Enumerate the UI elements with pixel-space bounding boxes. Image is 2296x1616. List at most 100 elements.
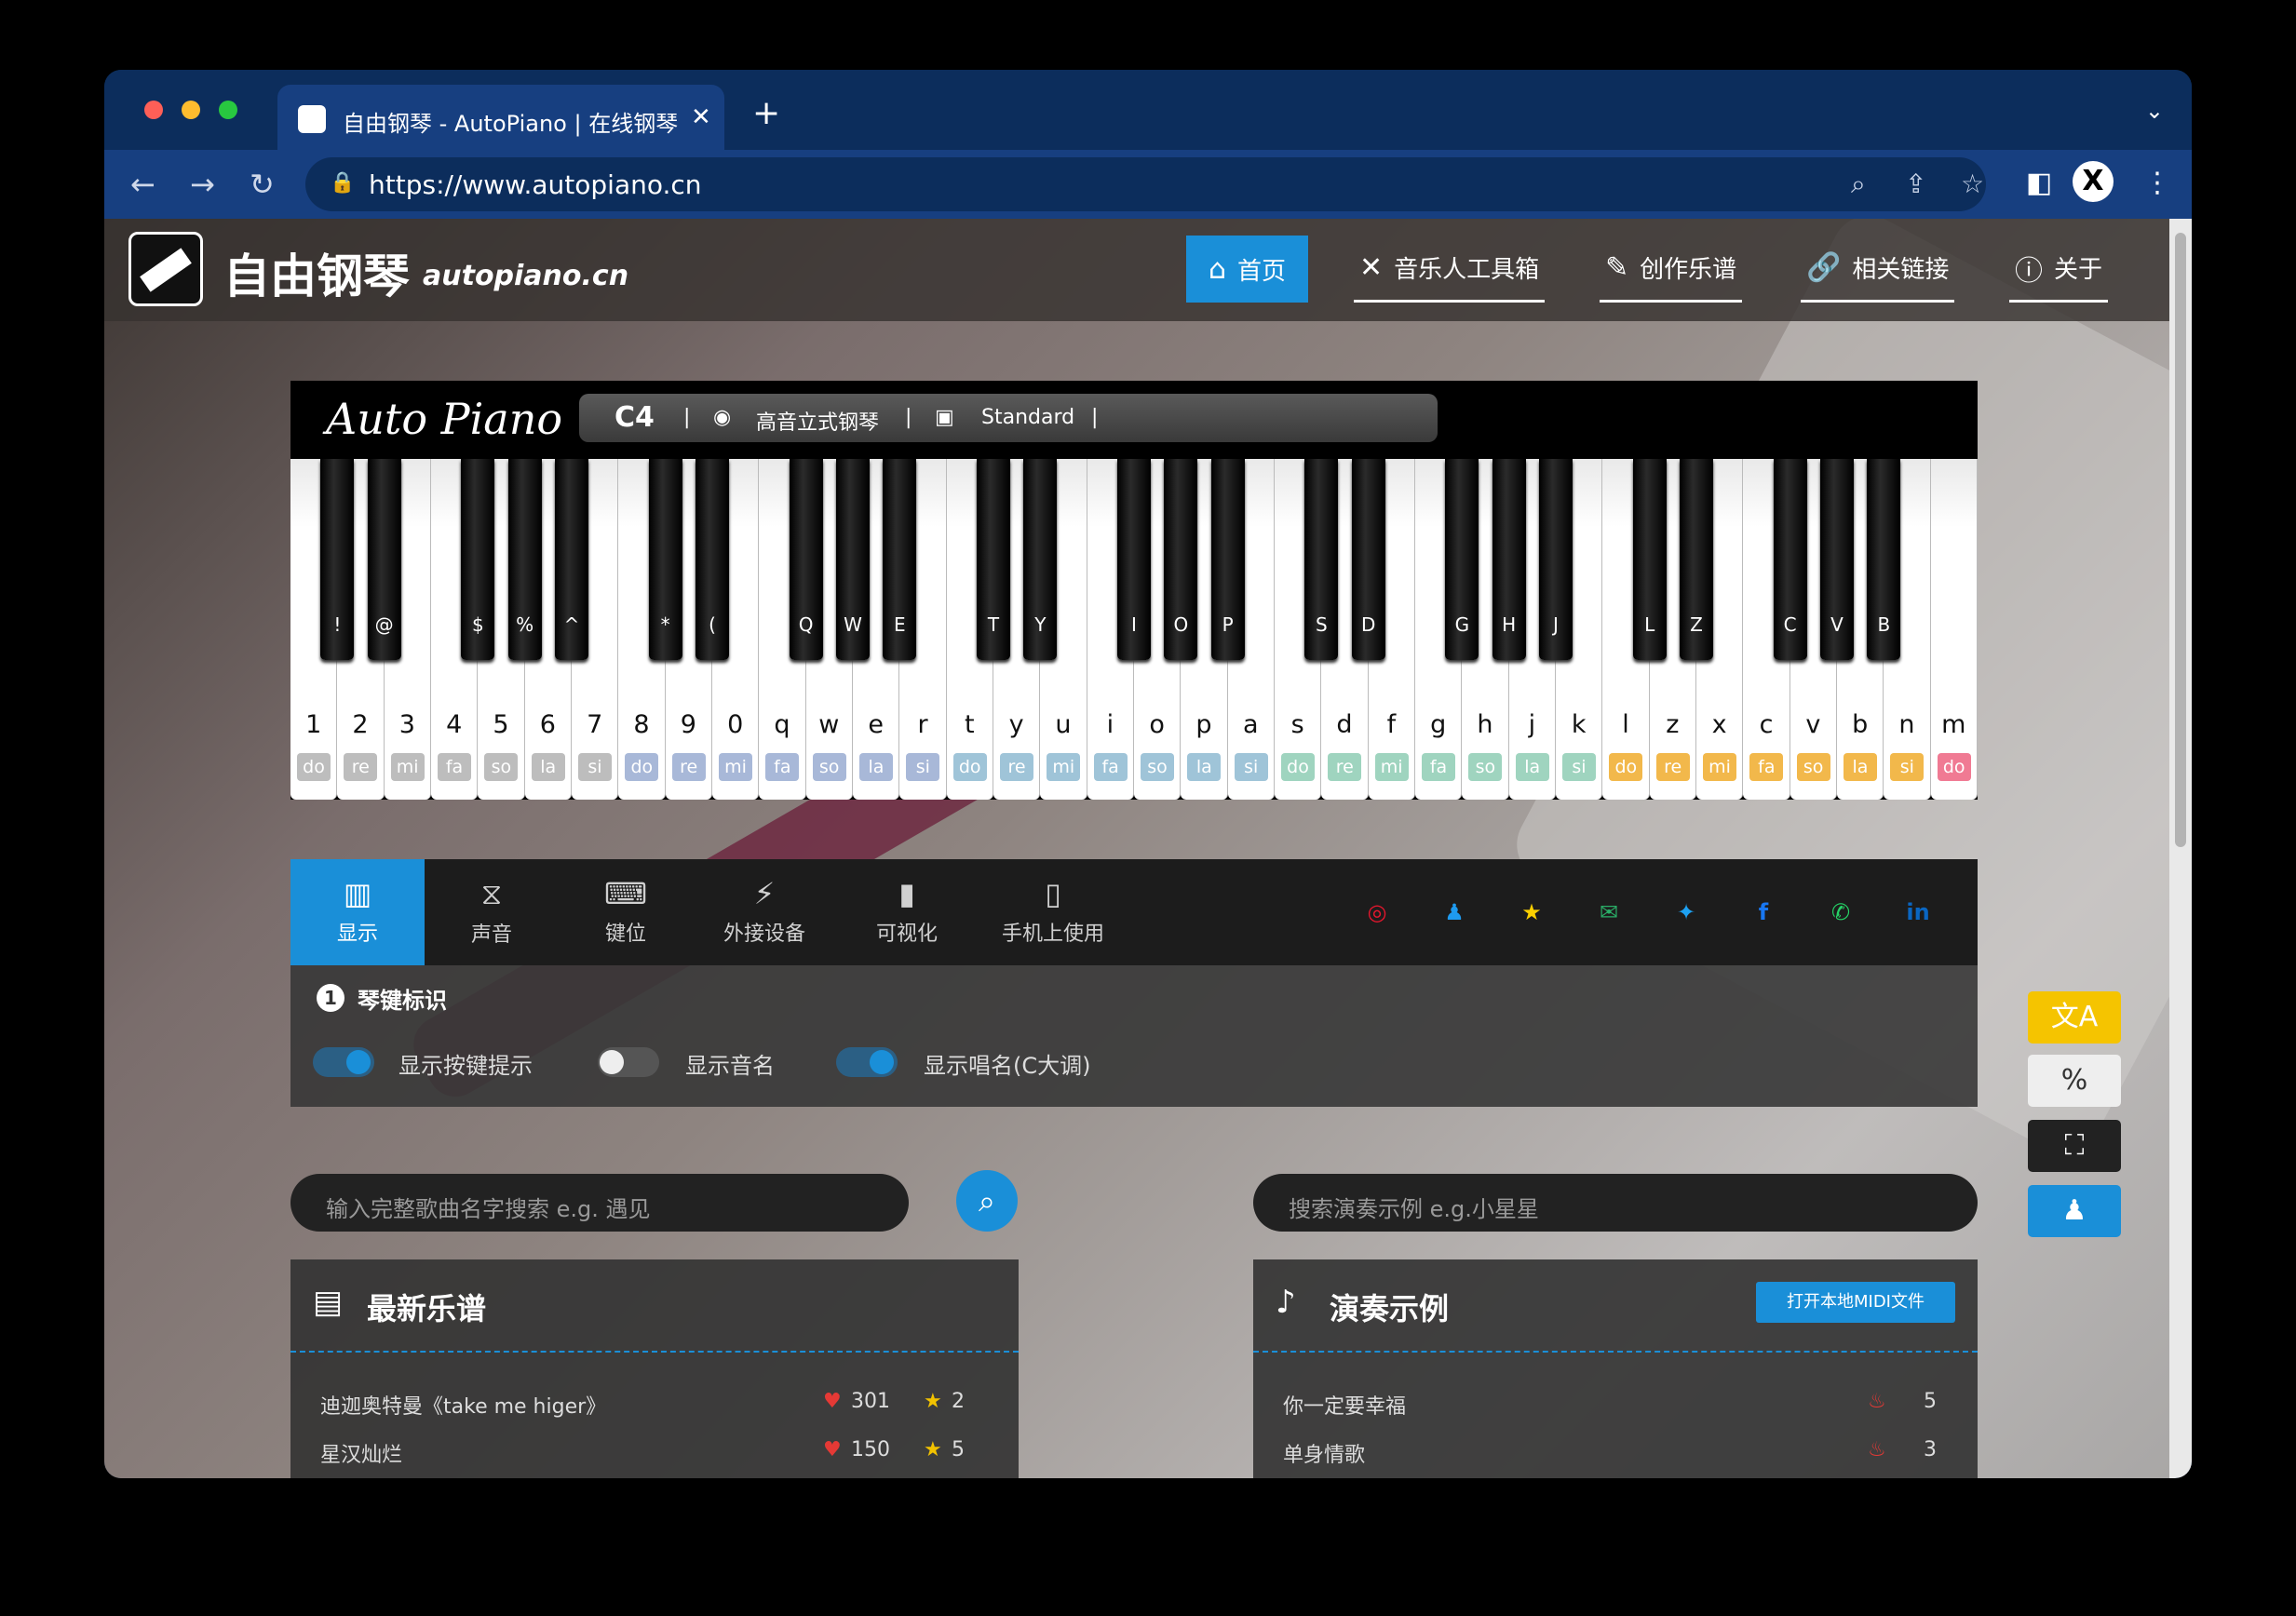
key-hint-label: G — [1454, 613, 1470, 636]
black-key[interactable]: W — [836, 459, 870, 660]
black-key[interactable]: * — [648, 459, 682, 660]
lock-icon: 🔒 — [330, 171, 356, 195]
nav-links[interactable]: 🔗 相关链接 — [1801, 236, 1955, 303]
demo-search-input[interactable]: 搜索演奏示例 e.g.小星星 — [1253, 1174, 1978, 1232]
toggle-note-names[interactable] — [598, 1047, 659, 1077]
translate-button[interactable]: 文A — [2028, 991, 2121, 1044]
close-window-button[interactable] — [144, 101, 163, 119]
solfege-label: si — [1234, 753, 1268, 781]
site-logo[interactable] — [128, 232, 203, 306]
key-hint-label: V — [1830, 613, 1844, 636]
zoom-window-button[interactable] — [219, 101, 237, 119]
solfege-label: fa — [1093, 753, 1128, 781]
key-hint-label: 0 — [727, 710, 744, 739]
black-key[interactable]: B — [1867, 459, 1901, 660]
scrollbar-thumb[interactable] — [2175, 233, 2186, 847]
list-item[interactable]: 迪迦奥特曼《take me higer》 ♥ 301 ★ 2 — [320, 1380, 989, 1421]
black-key[interactable]: T — [977, 459, 1010, 660]
mode-label[interactable]: Standard — [981, 406, 1074, 429]
toggle-key-hints[interactable] — [313, 1047, 374, 1077]
key-hint-label: * — [660, 613, 670, 636]
black-key[interactable]: P — [1210, 459, 1245, 660]
list-item[interactable]: 你一定要幸福 ♨ 5 — [1283, 1380, 1948, 1421]
bookmark-star-icon[interactable]: ☆ — [1961, 168, 1984, 199]
more-menu-icon[interactable]: ⋮ — [2143, 167, 2171, 199]
hot-count: 3 — [1924, 1438, 1937, 1461]
solfege-label: la — [531, 753, 565, 781]
facebook-icon[interactable]: f — [1744, 893, 1783, 932]
black-key[interactable]: $ — [461, 459, 495, 660]
new-tab-button[interactable]: + — [752, 94, 780, 132]
black-key[interactable]: D — [1351, 459, 1385, 660]
sidebar-icon[interactable]: ◧ — [2026, 167, 2052, 199]
tab-close-icon[interactable]: ✕ — [691, 103, 711, 131]
linkedin-icon[interactable]: in — [1898, 893, 1938, 932]
back-icon[interactable]: ← — [130, 167, 155, 202]
screenshot-button[interactable]: ⛶ — [2028, 1120, 2121, 1172]
white-key[interactable]: m do — [1930, 459, 1978, 800]
open-midi-button[interactable]: 打开本地MIDI文件 — [1756, 1282, 1955, 1323]
profile-avatar[interactable]: X — [2073, 161, 2114, 202]
song-search-input[interactable]: 输入完整歌曲名字搜索 e.g. 遇见 — [290, 1174, 909, 1232]
instrument-label[interactable]: 高音立式钢琴 — [756, 406, 879, 436]
black-key[interactable]: E — [883, 459, 917, 660]
nav-compose[interactable]: ✎ 创作乐谱 — [1600, 236, 1743, 303]
list-item[interactable]: 星汉灿烂 ♥ 150 ★ 5 — [320, 1429, 989, 1470]
black-key[interactable]: Q — [789, 459, 823, 660]
black-key[interactable]: O — [1164, 459, 1198, 660]
browser-tab[interactable]: 自由钢琴 - AutoPiano | 在线钢琴 ✕ — [277, 85, 724, 152]
black-key[interactable]: J — [1539, 459, 1573, 660]
black-key[interactable]: @ — [367, 459, 401, 660]
forward-icon[interactable]: → — [190, 167, 215, 202]
black-key[interactable]: Z — [1680, 459, 1713, 660]
key-label-panel: 1 琴键标识 显示按键提示 显示音名 显示唱名(C大调) — [290, 965, 1978, 1107]
piano-icon: ▥ — [343, 876, 372, 911]
nav-home[interactable]: ⌂ 首页 — [1186, 236, 1309, 303]
wechat-icon[interactable]: ✉ — [1589, 893, 1628, 932]
zoom-icon[interactable]: ⌕ — [1851, 168, 1866, 200]
qzone-icon[interactable]: ★ — [1512, 893, 1551, 932]
tab-display[interactable]: ▥ 显示 — [290, 859, 425, 965]
tab-visualize[interactable]: ▮ 可视化 — [840, 859, 974, 965]
tab-keymap[interactable]: ⌨ 键位 — [559, 859, 693, 965]
qq-icon[interactable]: ♟ — [1435, 893, 1474, 932]
solfege-label: re — [344, 753, 378, 781]
black-key[interactable]: ( — [696, 459, 729, 660]
key-hint-label: z — [1666, 710, 1680, 739]
black-key[interactable]: L — [1632, 459, 1667, 660]
tab-mobile[interactable]: ▯ 手机上使用 — [974, 859, 1132, 965]
whatsapp-icon[interactable]: ✆ — [1821, 893, 1860, 932]
weibo-icon[interactable]: ◎ — [1357, 893, 1397, 932]
toggle-effects-button[interactable]: % — [2028, 1055, 2121, 1107]
nav-tools[interactable]: ✕ 音乐人工具箱 — [1354, 236, 1546, 303]
qq-group-button[interactable]: ♟ — [2028, 1185, 2121, 1237]
search-button[interactable]: ⌕ — [956, 1170, 1018, 1232]
black-key[interactable]: ^ — [555, 459, 588, 660]
solfege-label: do — [297, 753, 331, 781]
share-icon[interactable]: ⇪ — [1905, 168, 1926, 199]
minimize-window-button[interactable] — [182, 101, 200, 119]
key-hint-label: S — [1315, 613, 1328, 636]
black-key[interactable]: ! — [320, 459, 355, 660]
reload-icon[interactable]: ↻ — [250, 167, 275, 202]
address-bar[interactable]: 🔒 https://www.autopiano.cn ⌕ ⇪ ☆ — [305, 157, 1986, 211]
black-key[interactable]: G — [1445, 459, 1479, 660]
nav-about[interactable]: ⓘ 关于 — [2009, 236, 2109, 303]
like-count: 150 — [851, 1438, 890, 1461]
black-key[interactable]: C — [1773, 459, 1807, 660]
tab-sound[interactable]: ⧖ 声音 — [425, 859, 559, 965]
key-hint-label: u — [1055, 710, 1072, 739]
twitter-icon[interactable]: ✦ — [1667, 893, 1706, 932]
page-content: 自由钢琴 autopiano.cn ⌂ 首页 ✕ 音乐人工具箱 ✎ 创作乐谱 🔗 相关链… — [104, 219, 2169, 1478]
black-key[interactable]: % — [507, 459, 542, 660]
tab-devices[interactable]: ⚡ 外接设备 — [693, 859, 836, 965]
black-key[interactable]: S — [1304, 459, 1339, 660]
toggle-solfege[interactable] — [836, 1047, 898, 1077]
list-item[interactable]: 单身情歌 ♨ 3 — [1283, 1429, 1948, 1470]
solfege-label: si — [578, 753, 612, 781]
black-key[interactable]: H — [1492, 459, 1526, 660]
black-key[interactable]: Y — [1023, 459, 1058, 660]
black-key[interactable]: I — [1117, 459, 1151, 660]
black-key[interactable]: V — [1820, 459, 1854, 660]
tab-search-icon[interactable]: ⌄ — [2145, 98, 2164, 124]
